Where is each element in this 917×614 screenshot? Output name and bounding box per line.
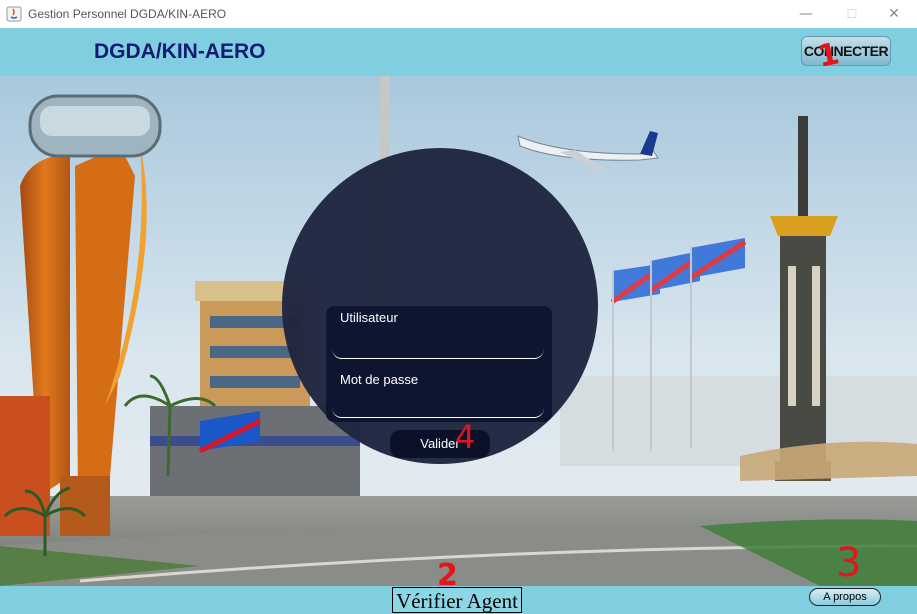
username-field[interactable] [332,333,544,359]
username-label: Utilisateur [340,310,398,325]
close-button[interactable]: ✕ [871,0,917,28]
minimize-button[interactable]: — [783,0,829,28]
footer-bar: Vérifier Agent A propos [0,586,917,614]
password-label: Mot de passe [340,372,419,387]
annotation-mark-3: 3 [836,540,862,586]
login-panel: Utilisateur Mot de passe [326,306,552,422]
maximize-button[interactable]: ☐ [829,0,875,28]
java-app-icon [6,6,22,22]
annotation-mark-4: 4 [455,418,476,456]
about-button[interactable]: A propos [809,588,881,606]
title-bar: Gestion Personnel DGDA/KIN-AERO — ☐ ✕ [0,0,917,29]
annotation-mark-2: 2 [437,558,458,593]
window-title: Gestion Personnel DGDA/KIN-AERO [28,7,227,21]
header-bar: DGDA/KIN-AERO CONNECTER [0,28,917,76]
brand-title: DGDA/KIN-AERO [94,40,266,63]
password-field[interactable] [332,392,544,418]
